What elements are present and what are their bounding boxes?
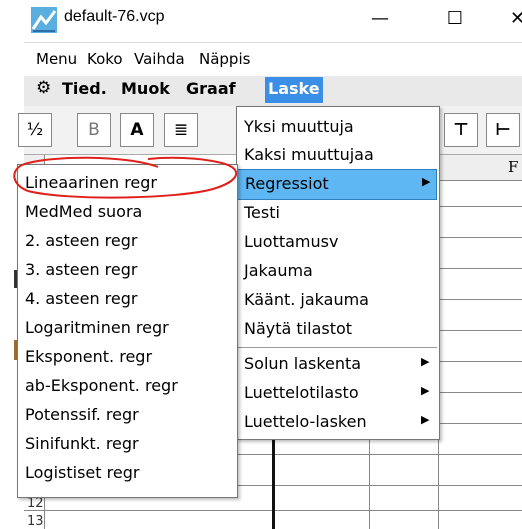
regressiot-submenu: Lineaarinen regr MedMed suora 2. asteen …: [17, 164, 238, 498]
menu-item-label: Luettelotilasto: [244, 383, 359, 402]
menu-item-testi[interactable]: Testi: [237, 199, 437, 228]
submenu-item-logistiset[interactable]: Logistiset regr: [18, 459, 235, 488]
menu-item-kaksi-muuttujaa[interactable]: Kaksi muuttujaa: [237, 141, 437, 170]
insert-row-button[interactable]: ⊤: [444, 113, 478, 147]
submenu-item-medmed[interactable]: MedMed suora: [18, 198, 235, 227]
menu-item-regressiot[interactable]: Regressiot ▶: [237, 169, 437, 200]
submenu-item-potenssif[interactable]: Potenssif. regr: [18, 401, 235, 430]
align-button[interactable]: ≣: [164, 113, 198, 147]
column-header-f[interactable]: F: [438, 155, 522, 181]
menu-item-label: Testi: [244, 203, 280, 222]
minimize-button[interactable]: —: [365, 6, 395, 32]
submenu-item-label: Lineaarinen regr: [25, 173, 157, 192]
insert-col-icon: ⊢: [495, 120, 511, 140]
submenu-item-label: 4. asteen regr: [25, 289, 138, 308]
menu-menu[interactable]: Menu: [36, 50, 77, 68]
submenu-item-logaritminen[interactable]: Logaritminen regr: [18, 314, 235, 343]
menu-item-jakauma[interactable]: Jakauma: [237, 257, 437, 286]
submenu-arrow-icon: ▶: [421, 355, 430, 368]
submenu-item-2-asteen[interactable]: 2. asteen regr: [18, 227, 235, 256]
tab-graaf[interactable]: Graaf: [186, 79, 236, 98]
menu-item-nayta-tilastot[interactable]: Näytä tilastot: [237, 315, 437, 344]
submenu-arrow-icon: ▶: [421, 384, 430, 397]
insert-col-button[interactable]: ⊢: [486, 113, 520, 147]
submenu-item-sinifunkt[interactable]: Sinifunkt. regr: [18, 430, 235, 459]
tab-laske[interactable]: Laske: [265, 77, 323, 103]
menu-nappis[interactable]: Näppis: [199, 50, 250, 68]
gear-icon[interactable]: ⚙: [36, 78, 51, 98]
submenu-item-ab-eksponent[interactable]: ab-Eksponent. regr: [18, 372, 235, 401]
submenu-item-3-asteen[interactable]: 3. asteen regr: [18, 256, 235, 285]
submenu-item-label: 2. asteen regr: [25, 231, 138, 250]
window-title: default-76.vcp: [64, 8, 165, 25]
insert-row-icon: ⊤: [453, 120, 469, 140]
menu-item-label: Regressiot: [245, 174, 329, 193]
menu-item-solun-laskenta[interactable]: Solun laskenta ▶: [237, 350, 437, 379]
menu-item-label: Luettelo-lasken: [244, 412, 367, 431]
submenu-item-label: ab-Eksponent. regr: [25, 376, 178, 395]
submenu-arrow-icon: ▶: [421, 413, 430, 426]
menu-item-yksi-muuttuja[interactable]: Yksi muuttuja: [237, 113, 437, 142]
menu-item-luettelotilasto[interactable]: Luettelotilasto ▶: [237, 379, 437, 408]
align-icon: ≣: [173, 120, 189, 140]
submenu-item-lineaarinen[interactable]: Lineaarinen regr: [18, 169, 235, 198]
menu-vaihda[interactable]: Vaihda: [134, 50, 185, 68]
submenu-item-label: Logaritminen regr: [25, 318, 169, 337]
tab-tied[interactable]: Tied.: [62, 79, 107, 98]
submenu-item-label: Logistiset regr: [25, 463, 140, 482]
tab-laske-label: Laske: [268, 79, 320, 98]
bold-button[interactable]: B: [77, 113, 111, 147]
menu-bar: Menu Koko Vaihda Näppis: [24, 42, 522, 78]
submenu-item-4-asteen[interactable]: 4. asteen regr: [18, 285, 235, 314]
fraction-icon: ½: [26, 120, 44, 140]
menu-item-label: Käänt. jakauma: [244, 290, 369, 309]
bold-label: B: [88, 120, 100, 140]
font-icon: A: [130, 120, 144, 140]
menu-item-label: Luottamusv: [244, 232, 339, 251]
font-button[interactable]: A: [120, 113, 154, 147]
menu-koko[interactable]: Koko: [87, 50, 123, 68]
laske-menu: Yksi muuttuja Kaksi muuttujaa Regressiot…: [236, 106, 440, 440]
menu-separator: [237, 347, 437, 348]
submenu-item-label: MedMed suora: [25, 202, 143, 221]
maximize-button[interactable]: ☐: [440, 6, 470, 32]
submenu-item-label: 3. asteen regr: [25, 260, 138, 279]
grid-line: [369, 435, 370, 529]
row-number: 13: [27, 514, 44, 529]
tab-muok[interactable]: Muok: [121, 79, 170, 98]
menu-item-label: Solun laskenta: [244, 354, 362, 373]
fraction-button[interactable]: ½: [18, 113, 52, 147]
row-number: 12: [27, 496, 44, 511]
title-bar: default-76.vcp — ☐ ✕: [0, 0, 522, 40]
submenu-item-label: Sinifunkt. regr: [25, 434, 139, 453]
app-icon: [31, 7, 57, 33]
submenu-arrow-icon: ▶: [422, 175, 431, 188]
menu-item-label: Jakauma: [244, 261, 313, 280]
tab-bar: ⚙ Tied. Muok Graaf Laske: [24, 76, 522, 107]
menu-item-label: Yksi muuttuja: [244, 117, 354, 136]
menu-item-label: Näytä tilastot: [244, 319, 353, 338]
menu-item-label: Kaksi muuttujaa: [244, 145, 374, 164]
menu-item-luettelo-lasken[interactable]: Luettelo-lasken ▶: [237, 408, 437, 437]
close-button[interactable]: ✕: [510, 6, 522, 32]
submenu-item-eksponent[interactable]: Eksponent. regr: [18, 343, 235, 372]
menu-item-luottamusv[interactable]: Luottamusv: [237, 228, 437, 257]
menu-item-kaant-jakauma[interactable]: Käänt. jakauma: [237, 286, 437, 315]
submenu-item-label: Eksponent. regr: [25, 347, 153, 366]
column-f-label: F: [508, 158, 519, 176]
submenu-item-label: Potenssif. regr: [25, 405, 139, 424]
